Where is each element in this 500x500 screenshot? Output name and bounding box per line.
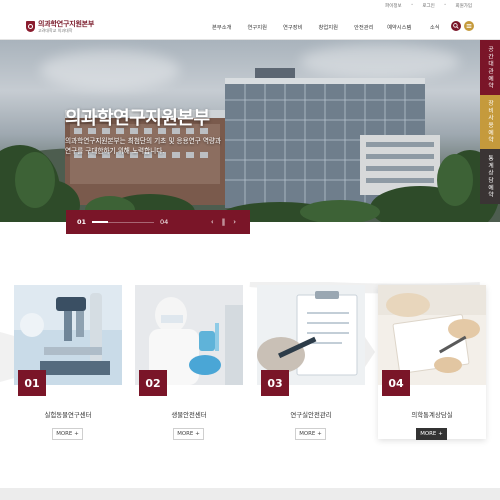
university-emblem-icon <box>26 21 35 32</box>
card-title: 의학통계상담실 <box>411 411 453 419</box>
card-number-badge: 02 <box>139 370 167 396</box>
hero-description: 의과학연구지원본부는 최첨단의 기초 및 응용연구 역량과 연구를 구대한하기 … <box>65 136 265 156</box>
menu-icon <box>466 24 472 28</box>
quick-link-label: 공간대관예약 <box>486 45 493 90</box>
quick-links: 공간대관예약 장비사용예약 통계상담예약 <box>480 40 500 204</box>
card-title: 생물안전센터 <box>171 411 207 419</box>
card-title: 연구실안전관리 <box>290 411 332 419</box>
slide-prev-button[interactable]: ‹ <box>211 218 214 226</box>
nav-item-reservation[interactable]: 예약시스템 <box>382 23 418 31</box>
card-number-badge: 01 <box>18 370 46 396</box>
nav-item-startup[interactable]: 창업지원 <box>311 23 347 31</box>
util-link-signup[interactable]: 회원가입 <box>455 3 472 9</box>
hero-title: 의과학연구지원본부 <box>65 108 210 129</box>
nav-item-equipment[interactable]: 연구장비 <box>275 23 311 31</box>
util-separator: • <box>410 3 414 8</box>
more-button[interactable]: MORE + <box>295 428 326 440</box>
plus-icon: + <box>74 431 79 437</box>
more-label: MORE <box>299 431 316 437</box>
nav-item-research-support[interactable]: 연구지원 <box>240 23 276 31</box>
more-button[interactable]: MORE + <box>173 428 204 440</box>
utility-bar: 파이정보 • 로그인 • 회원가입 <box>0 0 500 14</box>
slide-progress-fill <box>92 221 108 223</box>
card-medical-statistics[interactable]: 04 의학통계상담실 MORE + <box>378 285 486 440</box>
search-button[interactable] <box>451 21 461 31</box>
nav-item-safety[interactable]: 안전관리 <box>346 23 382 31</box>
more-button[interactable]: MORE + <box>52 428 83 440</box>
card-lab-safety[interactable]: 03 연구실안전관리 MORE + <box>257 285 365 440</box>
slide-total-number: 04 <box>160 218 169 226</box>
hero-description-line: 의과학연구지원본부는 최첨단의 기초 및 응용연구 역량과 <box>65 137 222 145</box>
more-label: MORE <box>177 431 194 437</box>
hero-slider-control: 01 04 ‹ ‖ › <box>66 210 250 234</box>
more-label: MORE <box>420 431 437 437</box>
utility-links: 파이정보 • 로그인 • 회원가입 <box>385 3 472 9</box>
hero-description-line: 연구를 구대한하기 위해 노력합니다. <box>65 147 165 155</box>
card-animal-research-center[interactable]: 01 실험동물연구센터 MORE + <box>14 285 122 440</box>
plus-icon: + <box>317 431 322 437</box>
nav-item-about[interactable]: 본부소개 <box>204 23 240 31</box>
slide-current-number: 01 <box>77 218 87 226</box>
main-nav: 본부소개 연구지원 연구장비 창업지원 안전관리 예약시스템 소식 <box>204 23 453 31</box>
slide-pause-button[interactable]: ‖ <box>222 218 226 226</box>
quick-link-label: 장비사용예약 <box>486 100 493 144</box>
plus-icon: + <box>195 431 200 437</box>
nav-item-news[interactable]: 소식 <box>417 23 453 31</box>
site-logo[interactable]: 의과학연구지원본부 고려대학교 의과대학 <box>26 20 94 33</box>
card-number-badge: 03 <box>261 370 289 396</box>
footer-strip <box>0 488 500 500</box>
more-label: MORE <box>56 431 73 437</box>
search-icon <box>453 23 459 29</box>
card-biosafety-center[interactable]: 02 생물안전센터 MORE + <box>135 285 243 440</box>
util-link-login[interactable]: 로그인 <box>422 3 434 9</box>
quick-link-statistics-booking[interactable]: 통계상담예약 <box>480 149 500 204</box>
logo-subtitle: 고려대학교 의과대학 <box>38 28 73 33</box>
util-link-sitemap[interactable]: 파이정보 <box>385 3 402 9</box>
quick-link-label: 통계상담예약 <box>486 154 493 199</box>
hero-campus-photo <box>0 68 500 222</box>
hero-banner: 의과학연구지원본부 의과학연구지원본부는 최첨단의 기초 및 응용연구 역량과 … <box>0 40 500 222</box>
card-title: 실험동물연구센터 <box>44 411 92 419</box>
quick-link-space-booking[interactable]: 공간대관예약 <box>480 40 500 95</box>
slide-next-button[interactable]: › <box>233 218 236 226</box>
more-button[interactable]: MORE + <box>416 428 447 440</box>
logo-title: 의과학연구지원본부 <box>38 20 95 28</box>
site-header: 의과학연구지원본부 고려대학교 의과대학 본부소개 연구지원 연구장비 창업지원… <box>0 14 500 40</box>
quick-link-equipment-booking[interactable]: 장비사용예약 <box>480 95 500 149</box>
slide-progress-track <box>92 221 155 223</box>
card-number-badge: 04 <box>382 370 410 396</box>
plus-icon: + <box>438 431 443 437</box>
menu-button[interactable] <box>464 21 474 31</box>
util-separator: • <box>443 3 447 8</box>
